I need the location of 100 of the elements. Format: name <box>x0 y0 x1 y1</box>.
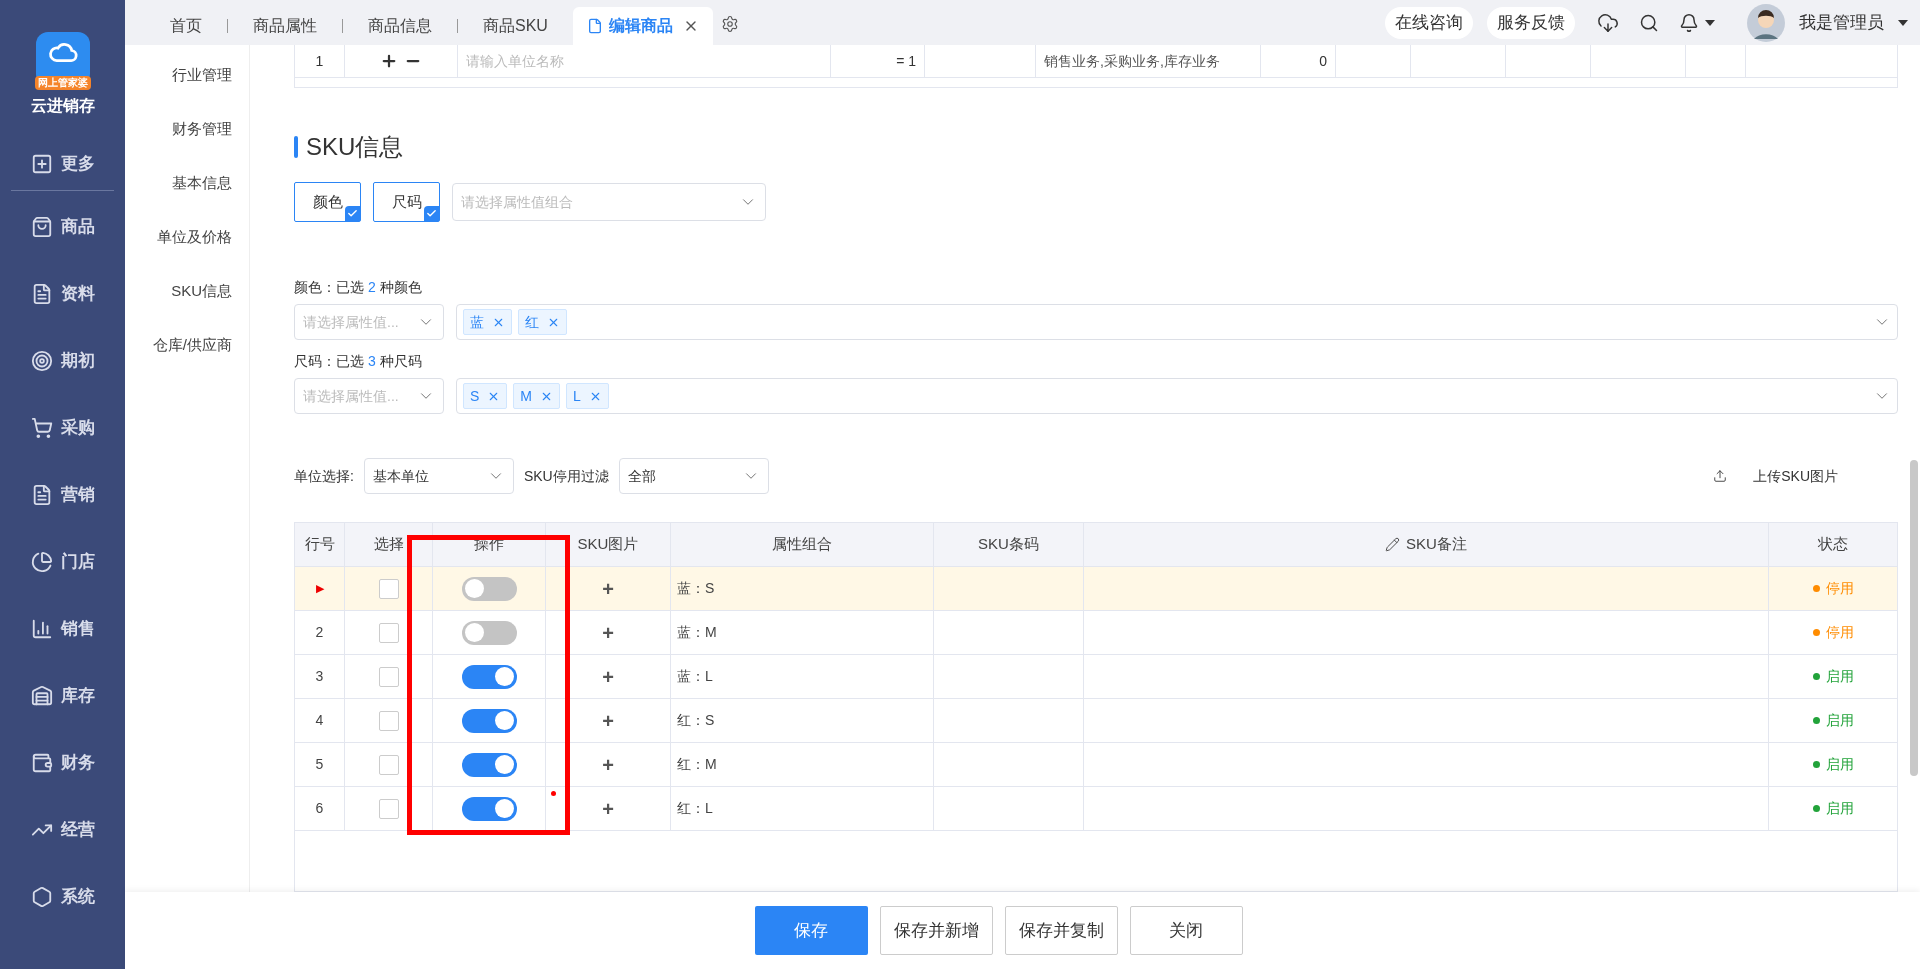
attribute-toggle[interactable]: 尺码 <box>373 182 440 222</box>
nav-item[interactable]: 门店 <box>0 528 125 595</box>
table-cell: ▶ <box>295 567 345 610</box>
plus-square-icon <box>30 153 53 175</box>
user-name[interactable]: 我是管理员 <box>1799 9 1884 36</box>
table-row[interactable]: ▶ + 蓝：S 停用 <box>295 567 1897 611</box>
section-link[interactable]: 仓库/供应商 <box>152 333 232 357</box>
nav-item[interactable]: 库存 <box>0 662 125 729</box>
section-link[interactable]: 行业管理 <box>172 63 232 87</box>
header-button[interactable]: 服务反馈 <box>1487 6 1575 39</box>
footer-button[interactable]: 保存并新增 <box>879 906 993 955</box>
section-link[interactable]: 单位及价格 <box>157 225 232 249</box>
section-link[interactable]: 基本信息 <box>172 171 232 195</box>
tab[interactable]: 编辑商品 <box>572 7 713 45</box>
logo-badge: 网上管家婆 <box>34 76 91 90</box>
checkbox[interactable] <box>378 666 399 687</box>
selection-summary: 尺码：已选 3 种尺码 <box>294 352 423 370</box>
filter-select[interactable]: 全部 <box>618 458 769 494</box>
table-cell: 销售业务,采购业务,库存业务 <box>1036 45 1261 77</box>
search-icon[interactable] <box>1639 12 1659 33</box>
toggle-switch[interactable] <box>461 620 517 645</box>
tab[interactable]: 商品SKU <box>458 7 573 45</box>
footer-button[interactable]: 保存 <box>754 906 868 955</box>
value-tag: 红 <box>518 309 567 335</box>
footer-button[interactable]: 关闭 <box>1129 906 1243 955</box>
table-row[interactable]: 4 + 红：S 启用 <box>295 699 1897 743</box>
tab[interactable]: 商品属性 <box>228 7 342 45</box>
warehouse-icon <box>30 684 53 707</box>
select-placeholder: 请选择属性值组合 <box>461 192 573 212</box>
pencil-icon <box>1385 537 1401 552</box>
nav-item[interactable]: 营销 <box>0 461 125 528</box>
status-text: 启用 <box>1825 667 1854 686</box>
tab[interactable]: 商品信息 <box>343 7 457 45</box>
nav-item[interactable]: 更多 <box>0 138 125 190</box>
attribute-toggle[interactable]: 颜色 <box>294 182 361 222</box>
toggle-switch[interactable] <box>461 576 517 601</box>
unit-select[interactable]: 基本单位 <box>363 458 514 494</box>
table-cell: 6 <box>295 787 345 830</box>
nav-item[interactable]: 经营 <box>0 796 125 863</box>
header-button[interactable]: 在线咨询 <box>1385 6 1473 39</box>
status-text: 停用 <box>1825 579 1854 598</box>
checkbox[interactable] <box>378 578 399 599</box>
add-image-button[interactable]: + <box>602 705 614 736</box>
add-image-button[interactable]: + <box>602 661 614 692</box>
footer-button[interactable]: 保存并复制 <box>1004 906 1118 955</box>
column-header: SKU条码 <box>934 523 1084 566</box>
upload-link[interactable]: 上传SKU图片 <box>1753 465 1838 487</box>
section-title: SKU信息 <box>294 132 1898 162</box>
nav-item[interactable]: 财务 <box>0 729 125 796</box>
table-row[interactable]: 3 + 蓝：L 启用 <box>295 655 1897 699</box>
checkbox[interactable] <box>378 798 399 819</box>
pie-chart-icon <box>30 550 53 573</box>
nav-item[interactable]: 系统 <box>0 863 125 930</box>
cloud-download-icon[interactable] <box>1597 11 1619 34</box>
nav-item[interactable]: 商品 <box>0 193 125 260</box>
tab[interactable]: 首页 <box>145 7 227 45</box>
table-cell: 蓝：M <box>671 611 934 654</box>
upload-icon[interactable] <box>1713 469 1728 483</box>
nav-item[interactable]: 期初 <box>0 327 125 394</box>
add-image-button[interactable]: + <box>602 793 614 824</box>
section-link[interactable]: SKU信息 <box>171 279 232 303</box>
table-cell: 0 <box>1261 45 1336 77</box>
nav-item[interactable]: 资料 <box>0 260 125 327</box>
scrollbar[interactable] <box>1910 460 1918 776</box>
table-row[interactable]: 2 + 蓝：M 停用 <box>295 611 1897 655</box>
field-label: 单位选择: <box>294 466 354 486</box>
value-tag: M <box>513 383 560 409</box>
cart-icon <box>30 416 53 439</box>
table-cell: 红：M <box>671 743 934 786</box>
add-image-button[interactable]: + <box>602 749 614 780</box>
notifications-button[interactable] <box>1679 12 1715 33</box>
toggle-switch[interactable] <box>461 796 517 821</box>
add-image-button[interactable]: + <box>602 617 614 648</box>
nav-item[interactable]: 销售 <box>0 595 125 662</box>
toggle-switch[interactable] <box>461 752 517 777</box>
bag-icon <box>30 215 53 238</box>
section-link[interactable]: 财务管理 <box>172 117 232 141</box>
nav-item[interactable]: 采购 <box>0 394 125 461</box>
table-row[interactable]: 5 + 红：M 启用 <box>295 743 1897 787</box>
add-icon[interactable] <box>380 52 398 70</box>
checkbox[interactable] <box>378 754 399 775</box>
table-cell: 蓝：L <box>671 655 934 698</box>
checkbox[interactable] <box>378 622 399 643</box>
checkbox[interactable] <box>378 710 399 731</box>
toggle-switch[interactable] <box>461 708 517 733</box>
status-text: 启用 <box>1825 799 1854 818</box>
add-image-button[interactable]: + <box>602 573 614 604</box>
hexagon-icon <box>30 885 53 908</box>
table-cell: 红：S <box>671 699 934 742</box>
table-cell: 红：L <box>671 787 934 830</box>
value-tag: S <box>463 383 508 409</box>
unit-name-field[interactable]: 请输入单位名称 <box>458 45 831 77</box>
avatar-icon[interactable] <box>1747 3 1785 42</box>
settings-icon[interactable] <box>720 15 739 33</box>
column-header: 行号 <box>295 523 345 566</box>
status-text: 启用 <box>1825 755 1854 774</box>
toggle-switch[interactable] <box>461 664 517 689</box>
column-header: 状态 <box>1817 534 1849 555</box>
table-row[interactable]: 6 + 红：L 启用 <box>295 787 1897 831</box>
caret-icon <box>1705 19 1715 26</box>
